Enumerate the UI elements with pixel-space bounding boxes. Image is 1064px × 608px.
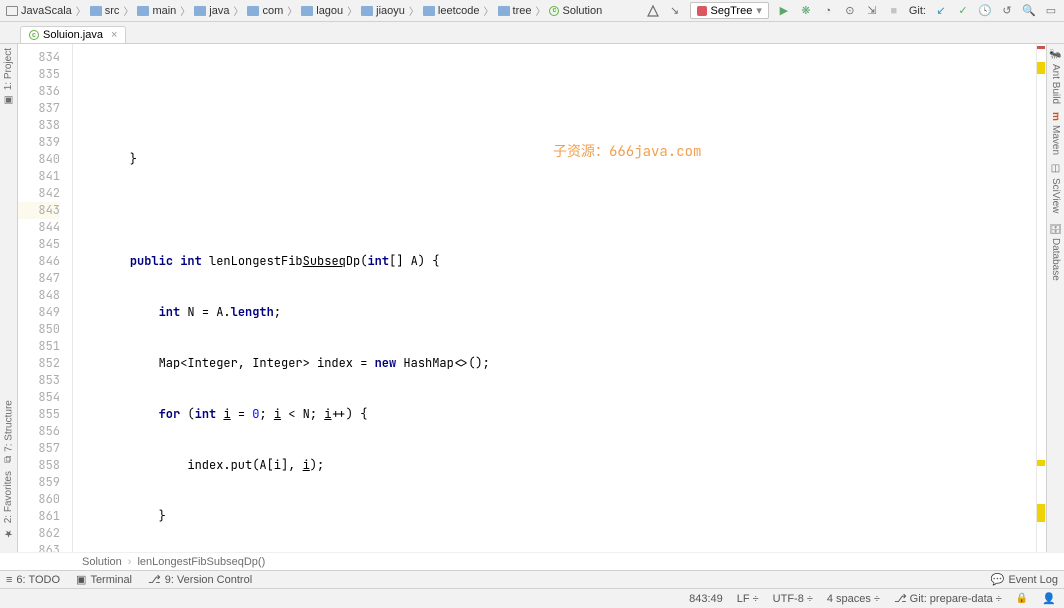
bc-tree[interactable]: tree xyxy=(498,5,532,17)
vcs-update-icon[interactable]: ↙ xyxy=(934,4,948,18)
tool-ant[interactable]: 🐜 Ant Build xyxy=(1050,48,1061,104)
chevron-right-icon: › xyxy=(128,556,132,568)
warn-mark-icon[interactable] xyxy=(1037,46,1045,49)
code-area[interactable]: 子资源：666java.com } public int lenLongestF… xyxy=(73,44,1036,552)
tool-window-bar: ≡ 6: TODO ▣ Terminal ⎇ 9: Version Contro… xyxy=(0,570,1064,588)
code-line: } xyxy=(101,508,1036,525)
code-line: } xyxy=(101,151,1036,168)
chevron-right-icon: 〉 xyxy=(535,3,545,18)
tab-label: Soluion.java xyxy=(43,29,103,41)
bc-lagou[interactable]: lagou xyxy=(301,5,343,17)
code-line: int N = A.length; xyxy=(101,304,1036,321)
tool-sciview[interactable]: ◫ SciView xyxy=(1050,163,1061,213)
tool-maven[interactable]: m Maven xyxy=(1050,112,1061,155)
left-tool-strip: ▣ 1: Project ⧉ 7: Structure ★ 2: Favorit… xyxy=(0,44,18,552)
chevron-right-icon: 〉 xyxy=(287,3,297,18)
code-line xyxy=(101,202,1036,219)
attach-icon[interactable]: ⇲ xyxy=(865,4,879,18)
build-icon[interactable] xyxy=(646,4,660,18)
run-config-selector[interactable]: SegTree▾ xyxy=(690,2,769,19)
bc-leetcode[interactable]: leetcode xyxy=(423,5,480,17)
navigation-bar: JavaScala 〉 src 〉 main 〉 java 〉 com 〉 la… xyxy=(0,0,1064,22)
tw-vcs[interactable]: ⎇ 9: Version Control xyxy=(148,573,252,586)
status-bar: 843:49 LF ÷ UTF-8 ÷ 4 spaces ÷ Git: prep… xyxy=(0,588,1064,608)
code-line: public int lenLongestFibSubseqDp(int[] A… xyxy=(101,253,1036,270)
chevron-right-icon: 〉 xyxy=(233,3,243,18)
hammer-icon[interactable]: ↘ xyxy=(668,4,682,18)
warn-mark-icon[interactable] xyxy=(1037,460,1045,466)
error-stripe[interactable] xyxy=(1036,44,1046,552)
search-icon[interactable]: 🔍 xyxy=(1022,4,1036,18)
crumb-method[interactable]: lenLongestFibSubseqDp() xyxy=(137,556,265,568)
vcs-history-icon[interactable]: 🕓 xyxy=(978,4,992,18)
debug-icon[interactable]: ❋ xyxy=(799,4,813,18)
status-indent[interactable]: 4 spaces ÷ xyxy=(827,593,880,605)
bc-src[interactable]: src xyxy=(90,5,120,17)
settings-icon[interactable]: ▭ xyxy=(1044,4,1058,18)
editor-breadcrumb: Solution › lenLongestFibSubseqDp() xyxy=(0,552,1064,570)
status-pos[interactable]: 843:49 xyxy=(689,593,723,605)
class-icon: c xyxy=(29,30,39,40)
bc-java[interactable]: java xyxy=(194,5,229,17)
warn-mark-icon[interactable] xyxy=(1037,504,1045,522)
git-label: Git: xyxy=(909,5,926,17)
status-git[interactable]: Git: prepare-data ÷ xyxy=(894,592,1002,605)
run-icon[interactable]: ▶ xyxy=(777,4,791,18)
tool-favorites[interactable]: ★ 2: Favorites xyxy=(3,471,14,538)
crumb-class[interactable]: Solution xyxy=(82,556,122,568)
bc-root[interactable]: JavaScala xyxy=(6,5,72,17)
right-tool-strip: 🐜 Ant Build m Maven ◫ SciView 🗄 Database xyxy=(1046,44,1064,552)
coverage-icon[interactable]: ◔ xyxy=(821,4,835,18)
chevron-right-icon: 〉 xyxy=(180,3,190,18)
editor[interactable]: 8348358368378388398408418428438448458468… xyxy=(18,44,1046,552)
chevron-right-icon: 〉 xyxy=(76,3,86,18)
profile-icon[interactable]: ⊙ xyxy=(843,4,857,18)
warn-mark-icon[interactable] xyxy=(1037,62,1045,74)
chevron-right-icon: 〉 xyxy=(409,3,419,18)
tw-terminal[interactable]: ▣ Terminal xyxy=(76,573,132,586)
close-icon[interactable]: × xyxy=(111,29,117,41)
branch-icon xyxy=(894,592,907,605)
status-enc[interactable]: UTF-8 ÷ xyxy=(773,593,813,605)
main-area: ▣ 1: Project ⧉ 7: Structure ★ 2: Favorit… xyxy=(0,44,1064,552)
tw-eventlog[interactable]: 💬 Event Log xyxy=(991,573,1058,586)
bc-jiaoyu[interactable]: jiaoyu xyxy=(361,5,405,17)
status-le[interactable]: LF ÷ xyxy=(737,593,759,605)
tw-todo[interactable]: ≡ 6: TODO xyxy=(6,574,60,586)
code-line: Map<Integer, Integer> index = new HashMa… xyxy=(101,355,1036,372)
tool-structure[interactable]: ⧉ 7: Structure xyxy=(3,400,15,463)
status-man-icon[interactable]: 👤 xyxy=(1042,592,1056,605)
breadcrumb: JavaScala 〉 src 〉 main 〉 java 〉 com 〉 la… xyxy=(6,3,642,18)
vcs-revert-icon[interactable]: ↺ xyxy=(1000,4,1014,18)
code-line xyxy=(101,100,1036,117)
line-gutter: 8348358368378388398408418428438448458468… xyxy=(18,44,73,552)
chevron-right-icon: 〉 xyxy=(347,3,357,18)
stop-icon[interactable]: ■ xyxy=(887,4,901,18)
editor-tabs: c Soluion.java × xyxy=(0,22,1064,44)
tool-project[interactable]: ▣ 1: Project xyxy=(3,48,14,105)
code-line: for (int i = 0; i < N; i++) { xyxy=(101,406,1036,423)
bc-main[interactable]: main xyxy=(137,5,176,17)
code-line: index.put(A[i], i); xyxy=(101,457,1036,474)
chevron-right-icon: 〉 xyxy=(484,3,494,18)
tab-soluion[interactable]: c Soluion.java × xyxy=(20,26,126,43)
lock-icon[interactable] xyxy=(1016,593,1028,604)
bc-solution[interactable]: cSolution xyxy=(549,5,602,17)
chevron-right-icon: 〉 xyxy=(123,3,133,18)
toolbar-actions: ↘ SegTree▾ ▶ ❋ ◔ ⊙ ⇲ ■ Git: ↙ ✓ 🕓 ↺ 🔍 ▭ xyxy=(646,2,1058,19)
bc-com[interactable]: com xyxy=(247,5,283,17)
tool-database[interactable]: 🗄 Database xyxy=(1050,222,1061,282)
vcs-commit-icon[interactable]: ✓ xyxy=(956,4,970,18)
